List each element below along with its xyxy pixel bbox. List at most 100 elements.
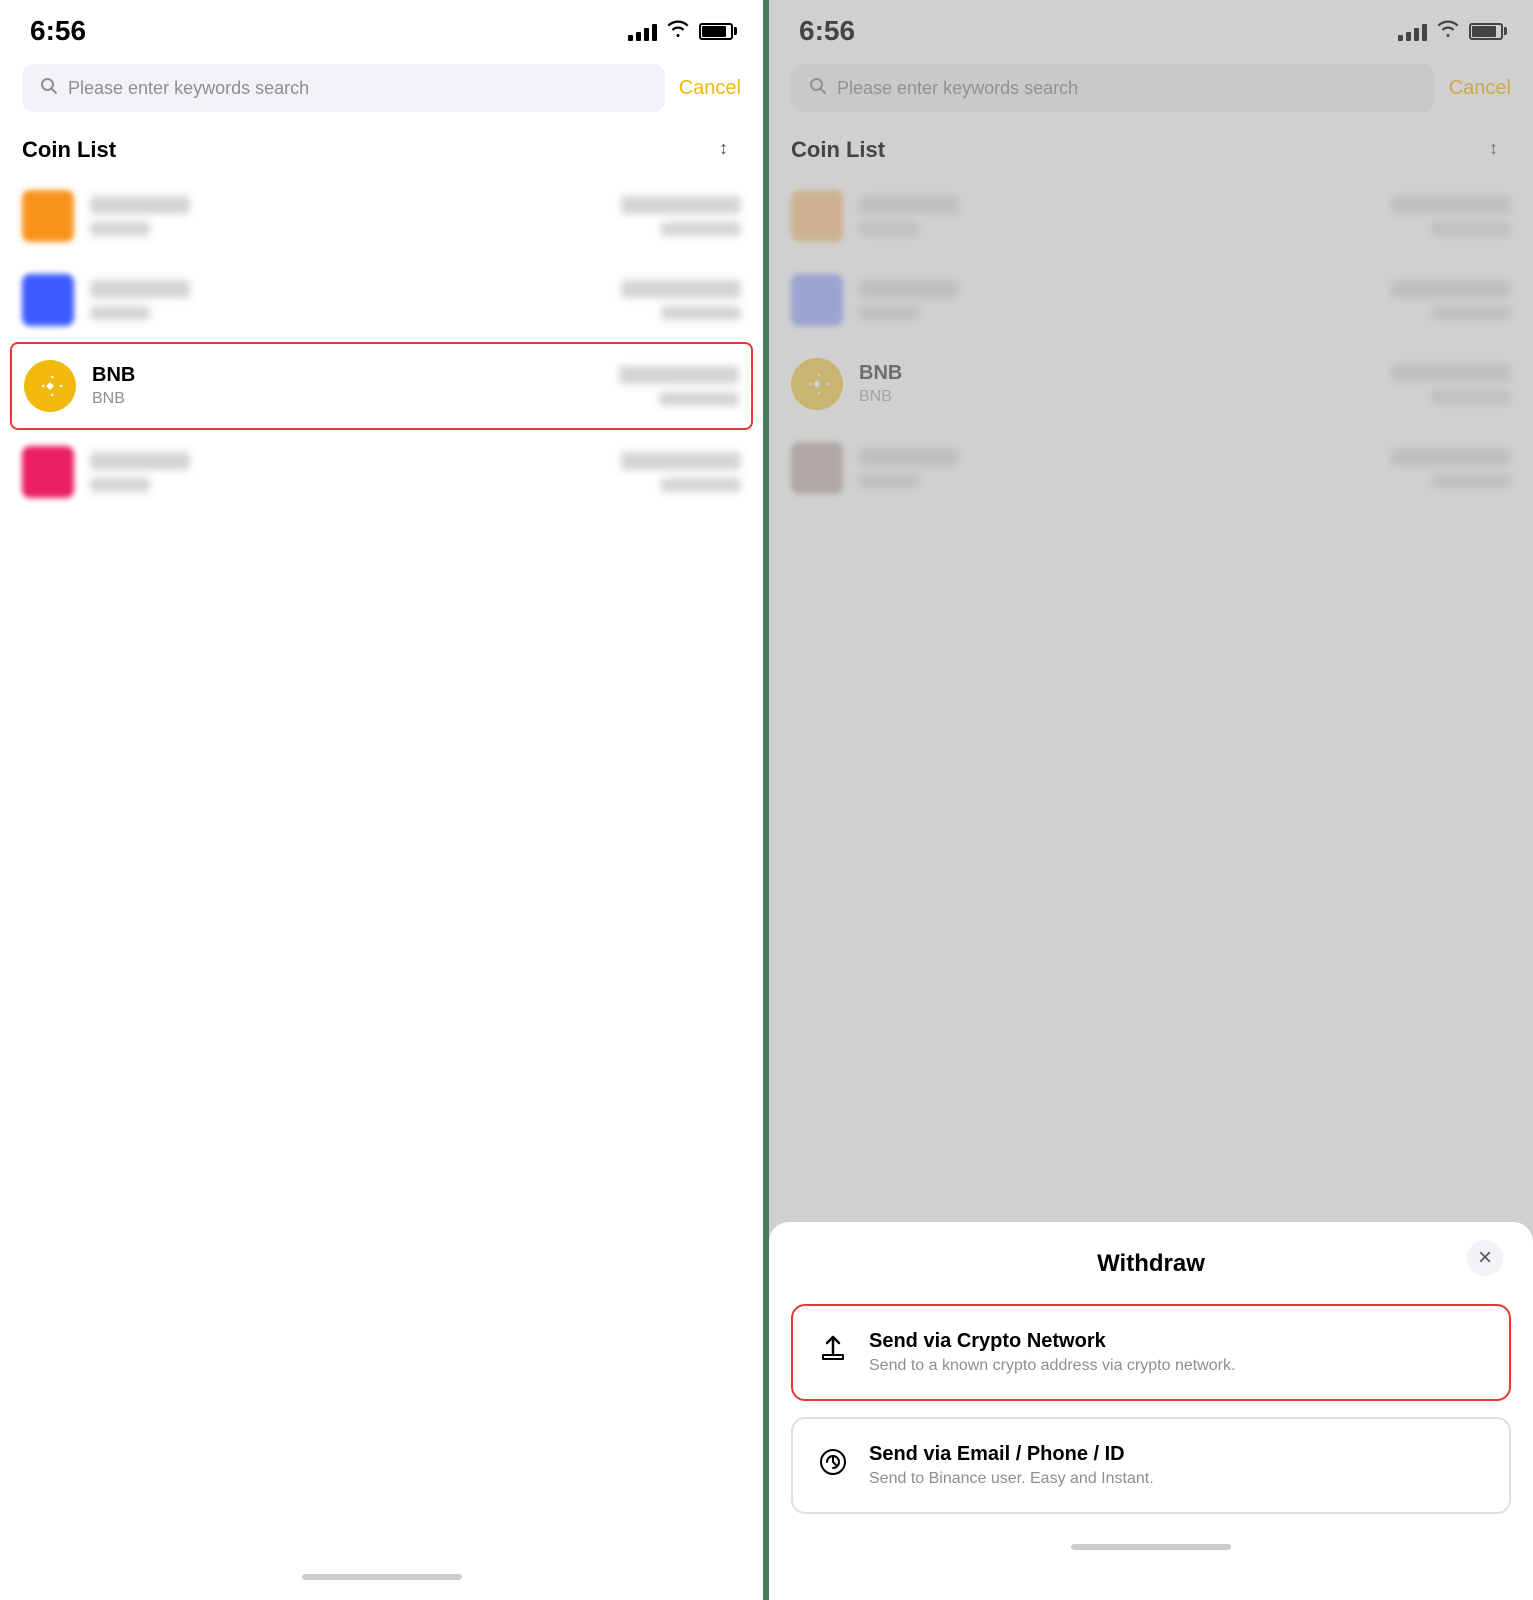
- left-bnb-pct-blur: [659, 392, 739, 406]
- left-coin-pct-blur-4: [661, 478, 741, 492]
- left-coin-item-2[interactable]: [22, 258, 741, 342]
- left-coin-name-blur-1: [90, 196, 190, 214]
- right-coin-item-4[interactable]: [791, 426, 1511, 510]
- right-bnb-info: BNB BNB: [859, 362, 1375, 406]
- right-coin-val-blur-4: [1391, 448, 1511, 466]
- left-search-container: Please enter keywords search Cancel: [0, 54, 763, 122]
- right-coin-val-blur-2: [1391, 280, 1511, 298]
- right-battery-icon: [1469, 23, 1503, 40]
- svg-text:↕: ↕: [1489, 138, 1498, 158]
- left-coin-sym-blur-1: [90, 222, 150, 236]
- left-coin-pct-blur-1: [661, 222, 741, 236]
- right-phone-panel: 6:56: [769, 0, 1533, 1600]
- right-status-icons: [1398, 20, 1503, 43]
- right-coin-right-4: [1391, 448, 1511, 488]
- send-crypto-icon: [817, 1333, 849, 1372]
- right-bnb-pct-blur: [1431, 390, 1511, 404]
- svg-text:↕: ↕: [719, 138, 728, 158]
- right-coin-right-1: [1391, 196, 1511, 236]
- right-coin-icon-1: [791, 190, 843, 242]
- left-coin-val-blur-1: [621, 196, 741, 214]
- right-coin-name-blur-1: [859, 196, 959, 214]
- right-coin-pct-blur-4: [1431, 474, 1511, 488]
- left-bnb-info: BNB BNB: [92, 364, 603, 408]
- left-search-bar[interactable]: Please enter keywords search: [22, 64, 665, 112]
- right-coin-list-title: Coin List: [791, 137, 885, 163]
- right-search-container: Please enter keywords search Cancel: [769, 54, 1533, 122]
- send-email-info: Send via Email / Phone / ID Send to Bina…: [869, 1443, 1154, 1488]
- left-time: 6:56: [30, 15, 86, 47]
- right-coin-item-bnb[interactable]: BNB BNB: [791, 342, 1511, 426]
- left-bnb-val-blur: [619, 366, 739, 384]
- left-coin-icon-1: [22, 190, 74, 242]
- right-coin-right-2: [1391, 280, 1511, 320]
- left-coin-right-4: [621, 452, 741, 492]
- battery-icon: [699, 23, 733, 40]
- left-bnb-symbol: BNB: [92, 390, 603, 408]
- right-coin-val-blur-1: [1391, 196, 1511, 214]
- left-search-placeholder: Please enter keywords search: [68, 78, 309, 99]
- right-bnb-icon: [791, 358, 843, 410]
- right-coin-pct-blur-1: [1431, 222, 1511, 236]
- left-status-icons: [628, 20, 733, 43]
- send-crypto-subtitle: Send to a known crypto address via crypt…: [869, 1357, 1235, 1375]
- right-coin-icon-4: [791, 442, 843, 494]
- left-coin-sym-blur-2: [90, 306, 150, 320]
- left-bnb-right: [619, 366, 739, 406]
- send-crypto-info: Send via Crypto Network Send to a known …: [869, 1330, 1235, 1375]
- send-email-phone-option[interactable]: Send via Email / Phone / ID Send to Bina…: [791, 1417, 1511, 1514]
- left-coin-info-1: [90, 196, 605, 236]
- left-bnb-name: BNB: [92, 364, 603, 387]
- right-bnb-right: [1391, 364, 1511, 404]
- right-coin-list-header: Coin List ↕: [769, 122, 1533, 174]
- left-coin-val-blur-2: [621, 280, 741, 298]
- left-coin-info-2: [90, 280, 605, 320]
- sheet-options: Send via Crypto Network Send to a known …: [769, 1294, 1533, 1524]
- left-coin-sym-blur-4: [90, 478, 150, 492]
- right-coin-info-4: [859, 448, 1375, 488]
- send-email-icon: [817, 1446, 849, 1485]
- left-bnb-icon: [24, 360, 76, 412]
- right-coin-info-1: [859, 196, 1375, 236]
- left-coin-list: BNB BNB: [0, 174, 763, 1574]
- right-coin-sym-blur-2: [859, 306, 919, 320]
- right-bnb-name: BNB: [859, 362, 1375, 385]
- left-sort-icon[interactable]: ↕: [719, 136, 741, 164]
- left-cancel-button[interactable]: Cancel: [679, 77, 741, 100]
- right-search-icon: [809, 77, 827, 100]
- right-coin-name-blur-4: [859, 448, 959, 466]
- right-signal-icon: [1398, 21, 1427, 41]
- left-coin-item-4[interactable]: [22, 430, 741, 514]
- right-coin-item-2[interactable]: [791, 258, 1511, 342]
- left-coin-pct-blur-2: [661, 306, 741, 320]
- right-coin-item-1[interactable]: [791, 174, 1511, 258]
- bottom-sheet-header: Withdraw ×: [769, 1222, 1533, 1294]
- send-email-title: Send via Email / Phone / ID: [869, 1443, 1154, 1466]
- right-coin-name-blur-2: [859, 280, 959, 298]
- left-coin-list-header: Coin List ↕: [0, 122, 763, 174]
- left-coin-info-4: [90, 452, 605, 492]
- right-home-bar: [1071, 1544, 1231, 1550]
- withdraw-bottom-sheet: Withdraw × Send via Crypto Network Send …: [769, 1222, 1533, 1600]
- signal-icon: [628, 21, 657, 41]
- right-home-indicator: [769, 1524, 1533, 1550]
- right-bnb-symbol: BNB: [859, 388, 1375, 406]
- right-search-bar[interactable]: Please enter keywords search: [791, 64, 1435, 112]
- left-coin-item-bnb[interactable]: BNB BNB: [10, 342, 753, 430]
- close-bottom-sheet-button[interactable]: ×: [1467, 1240, 1503, 1276]
- wifi-icon: [667, 20, 689, 43]
- right-wifi-icon: [1437, 20, 1459, 43]
- right-status-bar: 6:56: [769, 0, 1533, 54]
- left-coin-right-2: [621, 280, 741, 320]
- right-sort-icon[interactable]: ↕: [1489, 136, 1511, 164]
- right-cancel-button[interactable]: Cancel: [1449, 77, 1511, 100]
- left-home-bar: [302, 1574, 462, 1580]
- send-crypto-network-option[interactable]: Send via Crypto Network Send to a known …: [791, 1304, 1511, 1401]
- left-coin-icon-4: [22, 446, 74, 498]
- right-coin-pct-blur-2: [1431, 306, 1511, 320]
- left-coin-name-blur-2: [90, 280, 190, 298]
- left-phone-panel: 6:56: [0, 0, 763, 1600]
- left-coin-item-1[interactable]: [22, 174, 741, 258]
- bottom-sheet-title: Withdraw: [1097, 1250, 1205, 1278]
- left-coin-val-blur-4: [621, 452, 741, 470]
